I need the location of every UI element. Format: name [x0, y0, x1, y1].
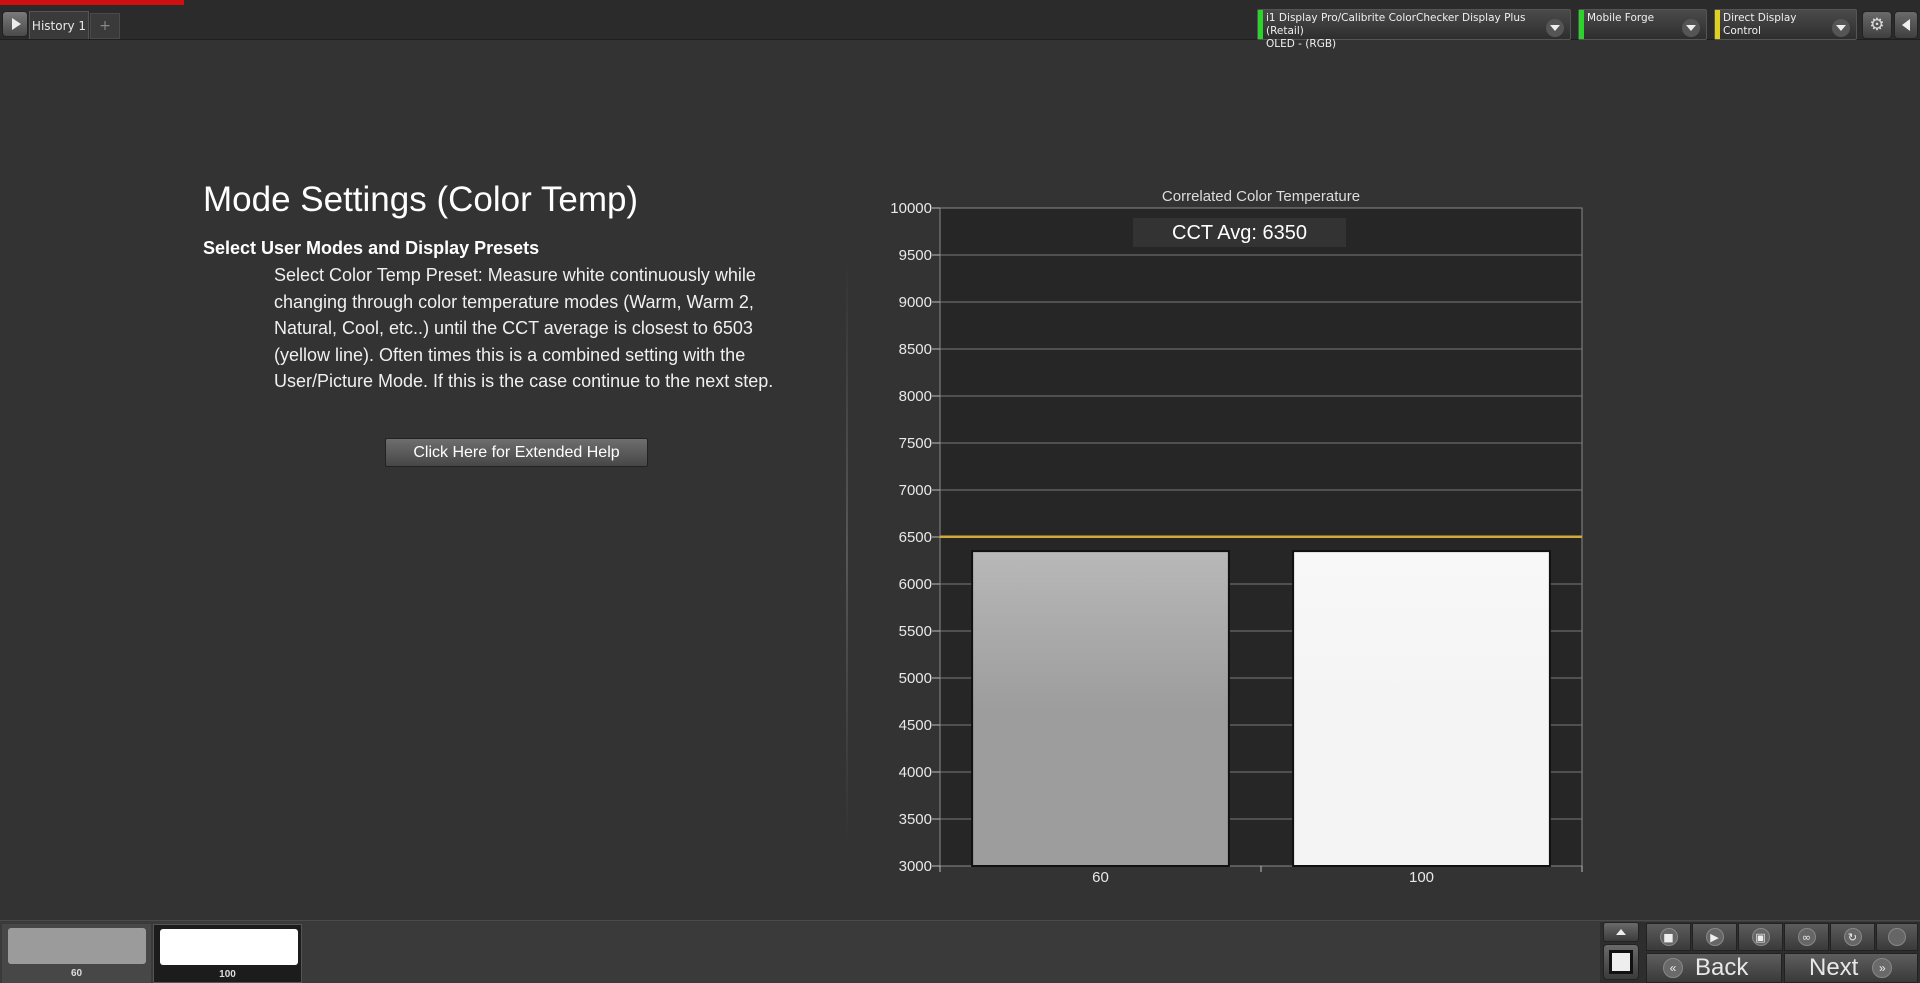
patch-label-60: 60	[70, 968, 83, 979]
patch-swatch-60	[8, 928, 146, 964]
y-tick-label: 7500	[899, 435, 932, 452]
infinity-icon: ∞	[1797, 928, 1816, 946]
gear-icon[interactable]: ⚙	[1862, 11, 1892, 39]
chevron-down-icon[interactable]	[1546, 19, 1564, 37]
chevron-down-icon[interactable]	[1832, 19, 1850, 37]
display-control-name: Direct Display Control	[1723, 12, 1797, 37]
record-indicator-strip	[0, 0, 184, 5]
tab-history[interactable]: History 1	[29, 11, 89, 39]
chart-title: Correlated Color Temperature	[1162, 188, 1360, 205]
display-control-status-indicator	[1715, 10, 1720, 39]
expand-up-icon[interactable]	[1603, 922, 1639, 942]
y-tick-label: 4500	[899, 717, 932, 734]
save-icon: ▣	[1751, 928, 1770, 946]
generator-name: Mobile Forge	[1587, 12, 1655, 24]
top-toolbar: History 1 + i1 Display Pro/Calibrite Col…	[0, 0, 1920, 50]
patch-swatch-100	[160, 929, 298, 965]
page-title: Mode Settings (Color Temp)	[203, 180, 639, 219]
chevron-down-icon[interactable]	[1682, 19, 1700, 37]
y-tick-label: 8000	[899, 388, 932, 405]
continuous-measure-button[interactable]: ∞	[1784, 923, 1829, 951]
bar-60	[971, 550, 1230, 867]
collapse-left-icon[interactable]	[1894, 11, 1918, 39]
pattern-generator-selector[interactable]: Mobile Forge	[1578, 9, 1707, 40]
circle-icon	[1888, 928, 1906, 946]
stop-button[interactable]: ■	[1646, 923, 1691, 951]
chevron-right-icon: »	[1872, 958, 1893, 978]
x-tick-label: 60	[1092, 869, 1109, 886]
y-tick-label: 7000	[899, 482, 932, 499]
cct-avg-label: CCT Avg: 6350	[1172, 222, 1307, 244]
patch-60[interactable]: 60	[2, 924, 151, 983]
y-tick-label: 9000	[899, 294, 932, 311]
y-tick-label: 9500	[899, 247, 932, 264]
add-tab-button[interactable]: +	[90, 13, 120, 39]
cct-chart: Correlated Color Temperature 3000 3500 4000…	[890, 188, 1583, 886]
back-label: Back	[1695, 954, 1749, 981]
refresh-icon: ↻	[1843, 928, 1862, 946]
next-button[interactable]: Next »	[1784, 953, 1918, 983]
display-control-selector[interactable]: Direct Display Control	[1714, 9, 1857, 40]
y-tick-label: 8500	[899, 341, 932, 358]
meter-mode: OLED - (RGB)	[1266, 38, 1337, 50]
section-title: Select User Modes and Display Presets	[203, 238, 540, 258]
stop-measure-icon[interactable]	[1603, 944, 1639, 980]
instructions-text: Select Color Temp Preset: Measure white …	[274, 265, 774, 391]
y-tick-label: 5000	[899, 670, 932, 687]
meter-name: i1 Display Pro/Calibrite ColorChecker Di…	[1266, 12, 1526, 37]
y-tick-label: 5500	[899, 623, 932, 640]
patch-100[interactable]: 100	[153, 924, 302, 983]
generator-status-indicator	[1579, 10, 1584, 39]
patch-label-100: 100	[219, 969, 236, 980]
panel-divider	[846, 255, 848, 845]
back-button[interactable]: « Back	[1646, 953, 1782, 983]
options-button[interactable]	[1876, 923, 1918, 951]
refresh-button[interactable]: ↻	[1830, 923, 1875, 951]
y-tick-label: 6000	[899, 576, 932, 593]
y-tick-label: 4000	[899, 764, 932, 781]
play-icon[interactable]	[2, 11, 28, 37]
y-tick-label: 10000	[890, 200, 932, 217]
meter-selector[interactable]: i1 Display Pro/Calibrite ColorChecker Di…	[1257, 9, 1571, 50]
x-tick-label: 100	[1409, 869, 1434, 886]
save-button[interactable]: ▣	[1738, 923, 1783, 951]
next-label: Next	[1809, 954, 1859, 981]
bar-100	[1292, 550, 1551, 867]
y-tick-label: 6500	[899, 529, 932, 546]
meter-status-indicator	[1258, 10, 1263, 39]
play-icon: ▶	[1705, 928, 1724, 946]
extended-help-button[interactable]: Click Here for Extended Help	[385, 438, 648, 467]
y-tick-label: 3000	[899, 858, 932, 875]
chevron-left-icon: «	[1663, 958, 1683, 978]
stop-icon: ■	[1659, 928, 1678, 946]
y-tick-label: 3500	[899, 811, 932, 828]
measure-button[interactable]: ▶	[1692, 923, 1737, 951]
